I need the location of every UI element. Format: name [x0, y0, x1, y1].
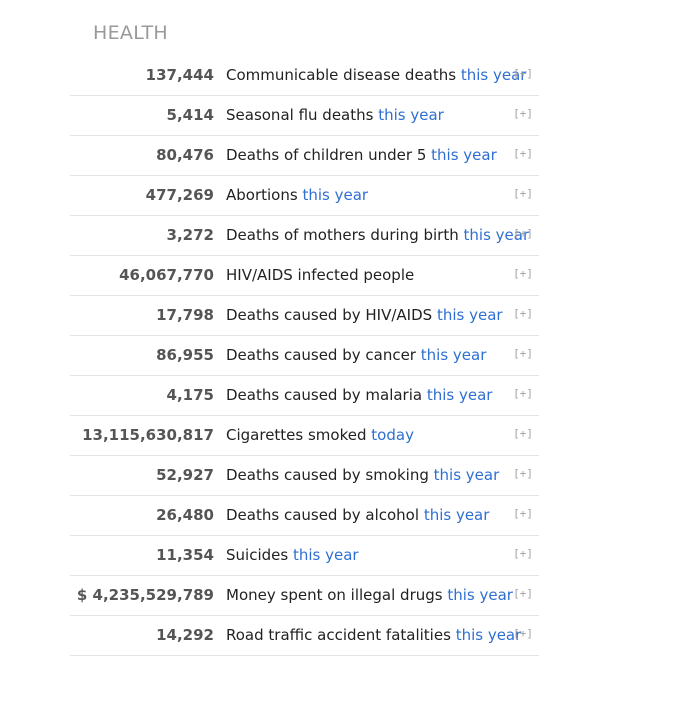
stat-label-wrap: Seasonal flu deaths this year [226, 96, 444, 135]
stat-label: HIV/AIDS infected people [226, 266, 415, 284]
stat-period-link[interactable]: this year [378, 106, 444, 124]
stat-row: 52,927 Deaths caused by smoking this yea… [70, 456, 539, 496]
stat-value: 477,269 [145, 186, 214, 204]
stat-label-wrap: HIV/AIDS infected people [226, 256, 414, 295]
stat-label-wrap: Road traffic accident fatalities this ye… [226, 616, 521, 655]
stat-label: Deaths of children under 5 [226, 146, 427, 164]
expand-button[interactable]: [+] [513, 616, 533, 652]
stat-period-link[interactable]: today [371, 426, 414, 444]
stat-label-wrap: Money spent on illegal drugs this year [226, 576, 513, 615]
stat-period-link[interactable]: this year [434, 466, 500, 484]
stat-value: 5,414 [166, 106, 214, 124]
stat-period-link[interactable]: this year [302, 186, 368, 204]
expand-button[interactable]: [+] [513, 296, 533, 332]
stat-row: 14,292 Road traffic accident fatalities … [70, 616, 539, 656]
stat-value: 52,927 [156, 466, 214, 484]
stat-value: 17,798 [156, 306, 214, 324]
stat-period-link[interactable]: this year [421, 346, 487, 364]
expand-button[interactable]: [+] [513, 576, 533, 612]
stat-label-wrap: Suicides this year [226, 536, 359, 575]
stat-row: 4,175 Deaths caused by malaria this year… [70, 376, 539, 416]
stat-label: Deaths caused by alcohol [226, 506, 420, 524]
expand-button[interactable]: [+] [513, 256, 533, 292]
stat-label-wrap: Deaths caused by HIV/AIDS this year [226, 296, 503, 335]
stat-label: Money spent on illegal drugs [226, 586, 443, 604]
stat-label-wrap: Cigarettes smoked today [226, 416, 414, 455]
expand-button[interactable]: [+] [513, 376, 533, 412]
stat-label-wrap: Deaths caused by cancer this year [226, 336, 486, 375]
stat-label: Communicable disease deaths [226, 66, 457, 84]
stat-label: Deaths of mothers during birth [226, 226, 459, 244]
stat-period-link[interactable]: this year [424, 506, 490, 524]
stat-row: 26,480 Deaths caused by alcohol this yea… [70, 496, 539, 536]
stat-value: 46,067,770 [119, 266, 214, 284]
stat-value: 3,272 [166, 226, 214, 244]
stat-row: 13,115,630,817 Cigarettes smoked today [… [70, 416, 539, 456]
stat-value: 14,292 [156, 626, 214, 644]
stat-row: $ 4,235,529,789 Money spent on illegal d… [70, 576, 539, 616]
stat-value: 26,480 [156, 506, 214, 524]
stat-label: Seasonal flu deaths [226, 106, 374, 124]
expand-button[interactable]: [+] [513, 536, 533, 572]
stat-label: Deaths caused by smoking [226, 466, 429, 484]
stat-value: 13,115,630,817 [82, 426, 214, 444]
stat-row: 17,798 Deaths caused by HIV/AIDS this ye… [70, 296, 539, 336]
stat-row: 137,444 Communicable disease deaths this… [70, 56, 539, 96]
stat-row: 5,414 Seasonal flu deaths this year [+] [70, 96, 539, 136]
stat-label: Deaths caused by HIV/AIDS [226, 306, 433, 324]
stat-value: 4,175 [166, 386, 214, 404]
expand-button[interactable]: [+] [513, 336, 533, 372]
expand-button[interactable]: [+] [513, 416, 533, 452]
section-title: HEALTH [93, 22, 168, 44]
stat-row: 46,067,770 HIV/AIDS infected people [+] [70, 256, 539, 296]
stat-label-wrap: Communicable disease deaths this year [226, 56, 526, 95]
stat-row: 477,269 Abortions this year [+] [70, 176, 539, 216]
stat-label-wrap: Deaths caused by malaria this year [226, 376, 492, 415]
stat-period-link[interactable]: this year [427, 386, 493, 404]
stat-value: 80,476 [156, 146, 214, 164]
stat-period-link[interactable]: this year [456, 626, 522, 644]
stat-value: 137,444 [145, 66, 214, 84]
stat-label-wrap: Deaths of children under 5 this year [226, 136, 497, 175]
stat-period-link[interactable]: this year [437, 306, 503, 324]
stat-value: 86,955 [156, 346, 214, 364]
stat-label-wrap: Abortions this year [226, 176, 368, 215]
stat-row: 86,955 Deaths caused by cancer this year… [70, 336, 539, 376]
expand-button[interactable]: [+] [513, 176, 533, 212]
stat-label: Suicides [226, 546, 289, 564]
stat-period-link[interactable]: this year [293, 546, 359, 564]
expand-button[interactable]: [+] [513, 136, 533, 172]
expand-button[interactable]: [+] [513, 216, 533, 252]
expand-button[interactable]: [+] [513, 56, 533, 92]
stat-label: Abortions [226, 186, 298, 204]
stat-value: 11,354 [156, 546, 214, 564]
stat-label: Road traffic accident fatalities [226, 626, 451, 644]
stat-row: 11,354 Suicides this year [+] [70, 536, 539, 576]
stat-label-wrap: Deaths of mothers during birth this year [226, 216, 529, 255]
stat-label-wrap: Deaths caused by alcohol this year [226, 496, 489, 535]
stat-label-wrap: Deaths caused by smoking this year [226, 456, 499, 495]
stat-label: Deaths caused by cancer [226, 346, 416, 364]
expand-button[interactable]: [+] [513, 456, 533, 492]
stat-period-link[interactable]: this year [431, 146, 497, 164]
expand-button[interactable]: [+] [513, 96, 533, 132]
stat-list: 137,444 Communicable disease deaths this… [70, 56, 539, 656]
stat-period-link[interactable]: this year [447, 586, 513, 604]
expand-button[interactable]: [+] [513, 496, 533, 532]
stat-label: Deaths caused by malaria [226, 386, 423, 404]
stat-row: 3,272 Deaths of mothers during birth thi… [70, 216, 539, 256]
stat-value: $ 4,235,529,789 [76, 586, 214, 604]
stat-label: Cigarettes smoked [226, 426, 367, 444]
stat-row: 80,476 Deaths of children under 5 this y… [70, 136, 539, 176]
